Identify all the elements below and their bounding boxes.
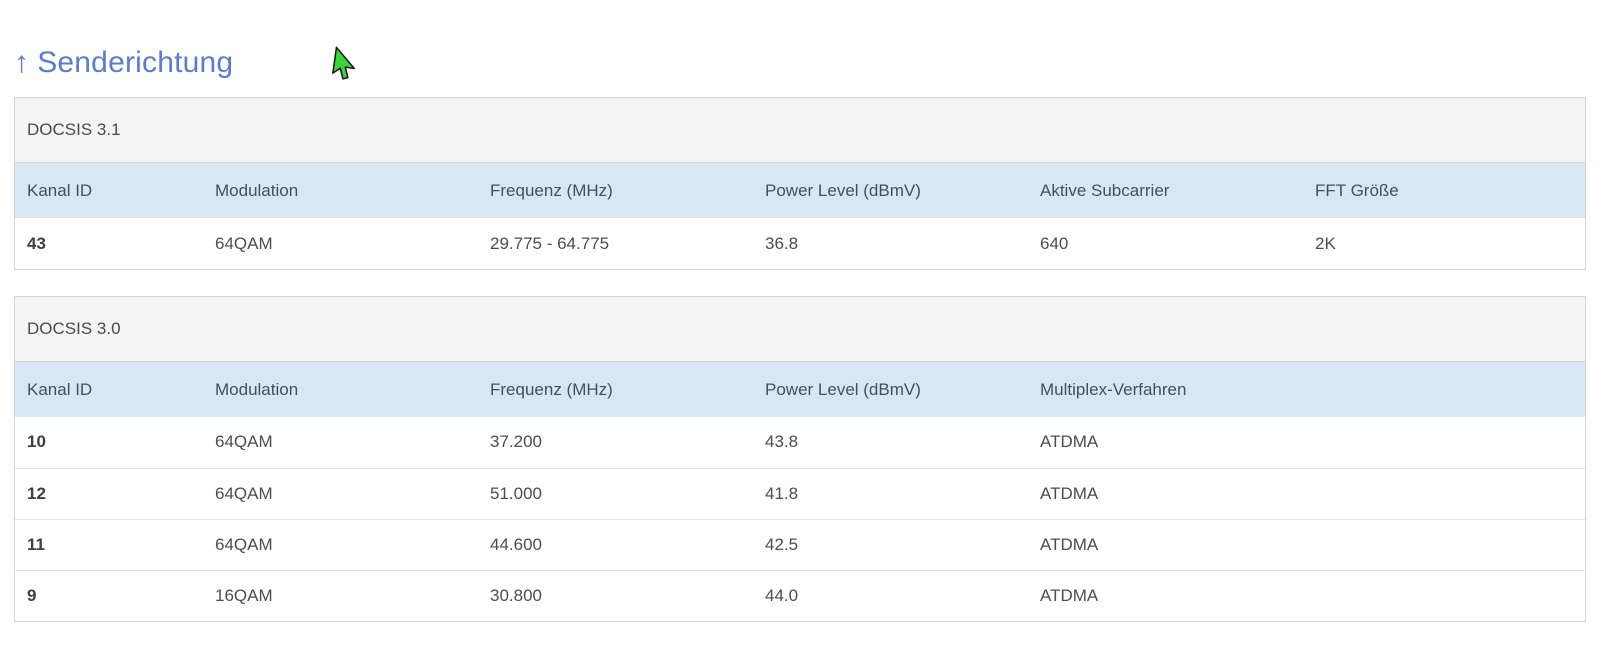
cell-modulation: 64QAM [215, 483, 273, 503]
cell-power-level: 43.8 [765, 432, 799, 452]
column-header-modulation: Modulation [215, 180, 299, 200]
table-row: 10 64QAM 37.200 43.8 ATDMA [15, 417, 1585, 468]
cell-frequenz: 44.600 [490, 534, 542, 554]
cell-modulation: 16QAM [215, 585, 273, 605]
cell-multiplex: ATDMA [1040, 432, 1099, 452]
cell-power-level: 42.5 [765, 534, 799, 554]
cell-power-level: 36.8 [765, 233, 799, 253]
table-row: 9 16QAM 30.800 44.0 ATDMA [15, 570, 1585, 621]
cell-multiplex: ATDMA [1040, 483, 1099, 503]
cell-multiplex: ATDMA [1040, 585, 1099, 605]
cell-modulation: 64QAM [215, 534, 273, 554]
column-header-multiplex-verfahren: Multiplex-Verfahren [1040, 379, 1187, 399]
column-header-aktive-subcarrier: Aktive Subcarrier [1040, 180, 1170, 200]
cell-multiplex: ATDMA [1040, 534, 1099, 554]
column-header-modulation: Modulation [215, 379, 299, 399]
mouse-cursor-icon [332, 46, 356, 80]
table-row: 11 64QAM 44.600 42.5 ATDMA [15, 519, 1585, 570]
cell-frequenz: 51.000 [490, 483, 542, 503]
cell-fft-groesse: 2K [1315, 233, 1336, 253]
cell-modulation: 64QAM [215, 233, 273, 253]
cell-kanal-id: 12 [27, 483, 46, 503]
page-title-text: Senderichtung [37, 46, 234, 80]
table-row: 43 64QAM 29.775 - 64.775 36.8 640 2K [15, 218, 1585, 269]
cell-kanal-id: 11 [27, 534, 45, 554]
column-header-frequenz: Frequenz (MHz) [490, 379, 613, 399]
docsis-3-1-table: Kanal ID Modulation Frequenz (MHz) Power… [15, 163, 1585, 269]
column-header-fft-groesse: FFT Größe [1315, 180, 1399, 200]
cell-modulation: 64QAM [215, 432, 273, 452]
docsis-3-1-section-title: DOCSIS 3.1 [15, 98, 1585, 163]
cell-power-level: 44.0 [765, 585, 799, 605]
column-header-frequenz: Frequenz (MHz) [490, 180, 613, 200]
page-title: ↑ Senderichtung [14, 46, 233, 80]
up-arrow-icon: ↑ [14, 46, 30, 80]
cell-kanal-id: 9 [27, 585, 37, 605]
docsis-3-0-header-row: Kanal ID Modulation Frequenz (MHz) Power… [15, 362, 1585, 417]
cell-frequenz: 37.200 [490, 432, 542, 452]
cell-kanal-id: 10 [27, 432, 46, 452]
docsis-3-0-table: Kanal ID Modulation Frequenz (MHz) Power… [15, 362, 1585, 621]
cell-power-level: 41.8 [765, 483, 799, 503]
cell-frequenz: 30.800 [490, 585, 542, 605]
docsis-3-1-header-row: Kanal ID Modulation Frequenz (MHz) Power… [15, 163, 1585, 218]
column-header-kanal-id: Kanal ID [27, 379, 93, 399]
column-header-power-level: Power Level (dBmV) [765, 379, 921, 399]
docsis-3-0-card: DOCSIS 3.0 Kanal ID Modulation Frequenz … [14, 296, 1586, 622]
column-header-power-level: Power Level (dBmV) [765, 180, 921, 200]
cell-aktive-subcarrier: 640 [1040, 233, 1069, 253]
cell-kanal-id: 43 [27, 233, 46, 253]
cell-frequenz: 29.775 - 64.775 [490, 233, 610, 253]
column-header-kanal-id: Kanal ID [27, 180, 93, 200]
table-row: 12 64QAM 51.000 41.8 ATDMA [15, 468, 1585, 519]
docsis-3-0-section-title: DOCSIS 3.0 [15, 297, 1585, 362]
docsis-3-1-card: DOCSIS 3.1 Kanal ID Modulation Frequenz … [14, 97, 1586, 270]
